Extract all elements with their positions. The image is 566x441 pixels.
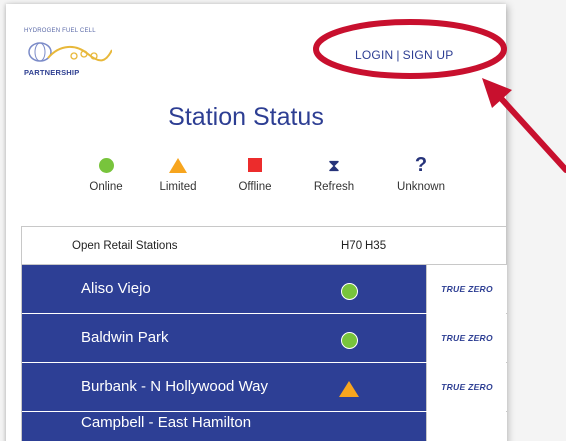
station-name[interactable]: Aliso Viejo — [81, 280, 151, 297]
logo-top-text: HYDROGEN FUEL CELL — [24, 28, 96, 34]
table-header: Open Retail Stations H70 H35 — [22, 227, 506, 265]
legend-label: Online — [89, 181, 123, 193]
status-legend: Online Limited Offline ⧗ Refresh ? Unkno… — [66, 154, 466, 209]
station-name[interactable]: Campbell - East Hamilton — [81, 414, 251, 431]
station-name[interactable]: Burbank - N Hollywood Way — [81, 378, 268, 395]
status-limited-icon — [339, 379, 359, 399]
provider-cell — [426, 412, 507, 441]
login-link[interactable]: LOGIN — [355, 48, 393, 62]
auth-links: LOGIN | SIGN UP — [355, 48, 453, 62]
truezero-logo: TRUE ZERO — [426, 363, 507, 411]
online-dot-icon — [98, 157, 114, 173]
legend-label: Offline — [238, 181, 272, 193]
stations-table: Open Retail Stations H70 H35 Aliso Viejo… — [21, 226, 507, 441]
question-icon: ? — [414, 154, 428, 176]
annotation-arrow-shaft — [495, 92, 566, 173]
legend-unknown: ? Unknown — [381, 154, 461, 193]
header-h70: H70 — [341, 240, 363, 252]
signup-link[interactable]: SIGN UP — [403, 48, 454, 62]
header-h35: H35 — [365, 240, 387, 252]
status-online-icon — [339, 330, 359, 350]
table-row[interactable]: Burbank - N Hollywood Way TRUE ZERO — [22, 363, 507, 412]
table-row[interactable]: Baldwin Park TRUE ZERO — [22, 314, 507, 363]
logo-bottom-text: PARTNERSHIP — [24, 68, 80, 77]
legend-refresh[interactable]: ⧗ Refresh — [294, 154, 374, 194]
legend-label: Limited — [159, 181, 197, 193]
partnership-logo[interactable]: HYDROGEN FUEL CELL PARTNERSHIP — [24, 28, 114, 83]
legend-limited: Limited — [138, 154, 218, 193]
legend-online: Online — [66, 154, 146, 193]
station-status-panel: HYDROGEN FUEL CELL PARTNERSHIP LOGIN | SIG… — [6, 4, 507, 441]
station-name[interactable]: Baldwin Park — [81, 329, 169, 346]
legend-label[interactable]: Refresh — [294, 181, 374, 193]
table-row[interactable]: Campbell - East Hamilton — [22, 412, 507, 441]
auth-separator: | — [396, 48, 400, 62]
legend-offline: Offline — [215, 154, 295, 193]
limited-triangle-icon — [169, 157, 187, 173]
header-open-retail-stations: Open Retail Stations — [72, 240, 178, 252]
status-online-icon — [339, 281, 359, 301]
table-row[interactable]: Aliso Viejo TRUE ZERO — [22, 265, 507, 314]
legend-label: Unknown — [397, 181, 445, 193]
logo-mark-icon — [28, 42, 112, 62]
offline-square-icon — [248, 158, 262, 172]
hourglass-icon[interactable]: ⧗ — [328, 157, 340, 174]
page-title: Station Status — [168, 103, 324, 131]
truezero-logo: TRUE ZERO — [426, 265, 507, 313]
truezero-logo: TRUE ZERO — [426, 314, 507, 362]
